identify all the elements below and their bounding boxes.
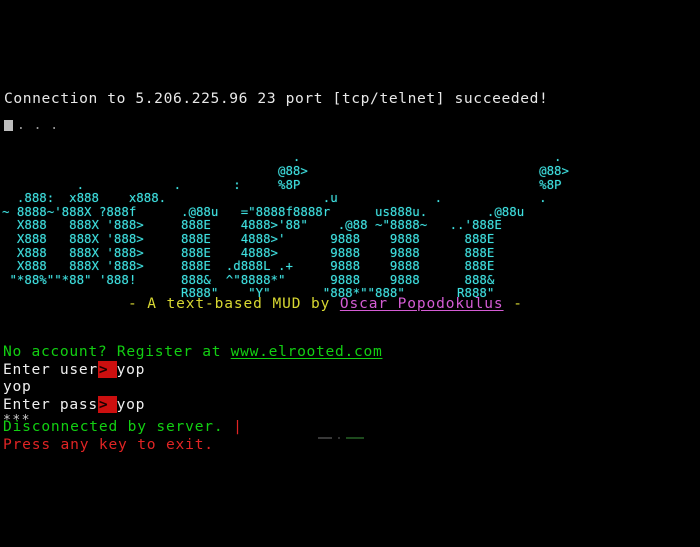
password-prompt-caret: > <box>97 395 117 413</box>
exit-prompt[interactable]: Press any key to exit. <box>3 436 243 454</box>
loading-dots: . . . <box>17 117 59 133</box>
password-input-value[interactable]: yop <box>117 396 145 413</box>
disconnect-message-line: Disconnected by server. | <box>3 418 243 436</box>
connection-status-line: Connection to 5.206.225.96 23 port [tcp/… <box>4 90 549 107</box>
author-link[interactable]: Oscar Popodokulus <box>340 296 504 312</box>
register-url-link[interactable]: www.elrooted.com <box>231 343 383 360</box>
screen-artifact <box>318 437 364 439</box>
username-input-value[interactable]: yop <box>117 361 145 378</box>
artifact-dash-green-icon <box>346 437 364 439</box>
terminal-window[interactable]: Connection to 5.206.225.96 23 port [tcp/… <box>0 0 700 547</box>
username-echo-line: yop <box>3 378 32 395</box>
artifact-dash-icon <box>318 437 332 439</box>
username-prompt-caret: > <box>97 360 117 378</box>
connection-banner: Connection to 5.206.225.96 23 port [tcp/… <box>4 90 548 107</box>
register-prompt-text: No account? Register at <box>3 343 231 360</box>
ascii-art-logo: . . @88> @88> . . : %8P %8P .888: x888 x… <box>2 149 569 301</box>
password-label: Enter pass <box>3 395 98 413</box>
disconnect-block: Disconnected by server. | Press any key … <box>3 418 243 454</box>
tagline-suffix: - <box>503 296 523 312</box>
text-cursor-icon: | <box>233 418 243 435</box>
login-block: No account? Register at www.elrooted.com… <box>3 343 382 429</box>
password-prompt-line[interactable]: Enter pass> yop <box>3 395 382 413</box>
username-label: Enter user <box>3 360 98 378</box>
register-line: No account? Register at www.elrooted.com <box>3 343 382 361</box>
tagline: - A text-based MUD by Oscar Popodokulus … <box>128 295 523 313</box>
username-prompt-line[interactable]: Enter user> yop <box>3 360 382 378</box>
disconnect-message: Disconnected by server. <box>3 418 224 435</box>
tagline-prefix: - A text-based MUD by <box>128 296 340 312</box>
block-cursor-icon <box>4 119 13 131</box>
loading-dots-row: . . . <box>4 118 59 132</box>
artifact-dot-icon <box>338 437 340 439</box>
